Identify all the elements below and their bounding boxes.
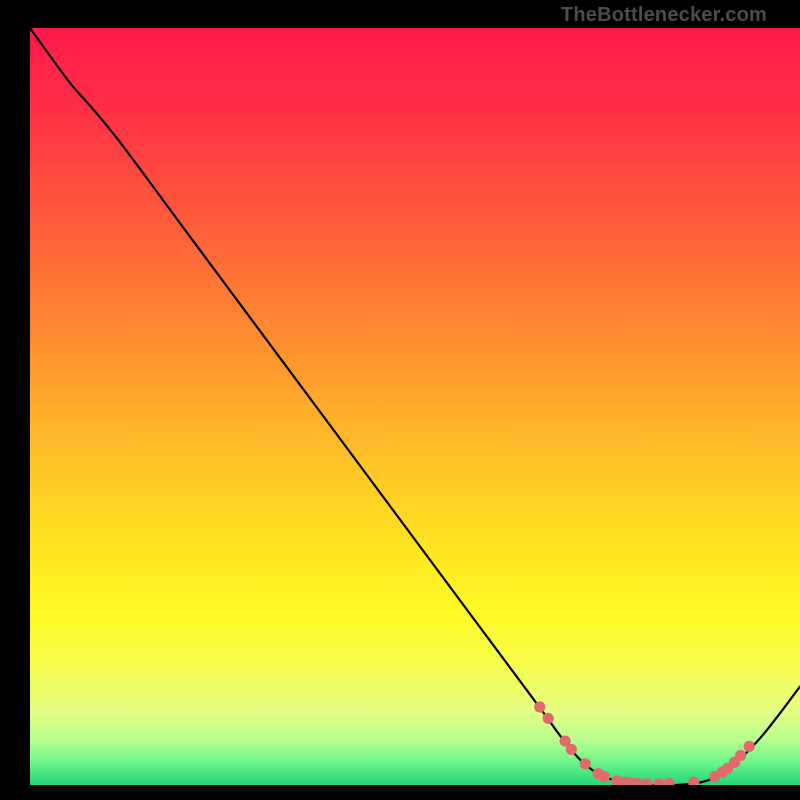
data-marker [744, 741, 755, 752]
data-marker [534, 701, 545, 712]
chart-plot [30, 28, 800, 785]
data-marker [735, 750, 746, 761]
data-marker [599, 771, 610, 782]
data-marker [566, 744, 577, 755]
watermark-text: TheBottlenecker.com [561, 4, 767, 27]
chart-frame: TheBottlenecker.com [15, 0, 785, 785]
data-marker [543, 713, 554, 724]
data-marker [580, 758, 591, 769]
chart-svg [30, 28, 800, 785]
